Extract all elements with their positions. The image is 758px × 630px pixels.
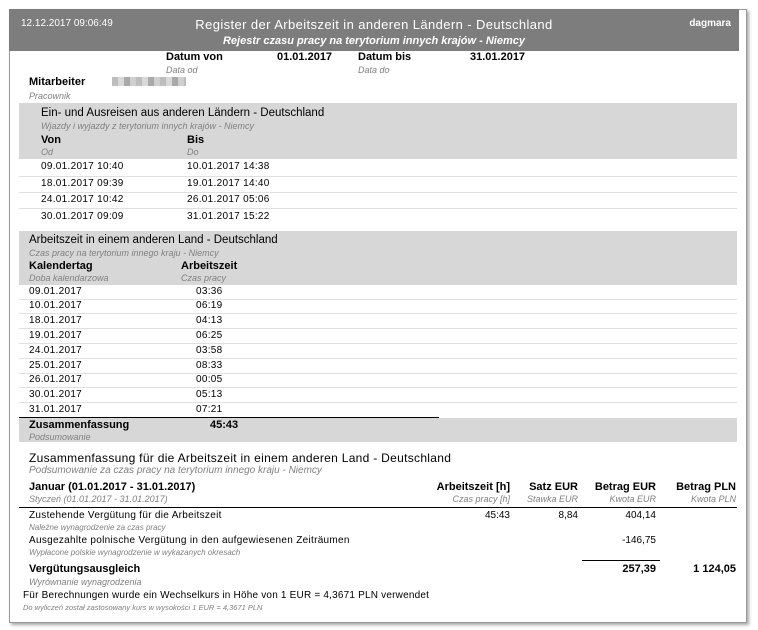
- trip-to: 31.01.2017 15:22: [187, 211, 270, 222]
- summary-title-pl: Podsumowanie za czas pracy na terytorium…: [29, 465, 322, 476]
- trip-from: 30.01.2017 09:09: [41, 211, 124, 222]
- col-pln-pl: Kwota PLN: [690, 494, 736, 504]
- worktime-col-time-pl: Czas pracy: [181, 273, 227, 283]
- summary-header-rule: [19, 507, 737, 508]
- summary-period: Januar (01.01.2017 - 31.01.2017): [29, 481, 196, 493]
- trip-to: 10.01.2017 14:38: [187, 161, 270, 172]
- worktime-sum-label-pl: Podsumowanie: [29, 432, 91, 442]
- employee-label: Mitarbeiter: [29, 76, 86, 88]
- trips-col-from-pl: Od: [41, 147, 54, 157]
- worktime-hours: 05:13: [196, 389, 223, 400]
- row-divider: [19, 299, 737, 300]
- worktime-hours: 00:05: [196, 374, 223, 385]
- date-to-value: 31.01.2017: [470, 51, 526, 63]
- col-hours-pl: Czas pracy [h]: [452, 494, 510, 504]
- date-from-label-pl: Data od: [166, 65, 198, 75]
- worktime-sum-value: 45:43: [210, 419, 239, 431]
- worktime-title-pl: Czas pracy na terytorium innego kraju - …: [29, 248, 219, 258]
- row-divider: [19, 402, 737, 403]
- total-rule: [582, 560, 660, 561]
- worktime-day: 09.01.2017: [29, 286, 83, 297]
- worktime-hours: 06:25: [196, 330, 223, 341]
- worktime-day: 26.01.2017: [29, 374, 83, 385]
- worktime-hours: 08:33: [196, 360, 223, 371]
- summary-title: Zusammenfassung für die Arbeitszeit in e…: [29, 451, 452, 465]
- row2-label-pl: Wypłacone polskie wynagrodzenie w wykaza…: [29, 548, 241, 557]
- row1-label-pl: Należne wynagrodzenie za czas pracy: [29, 523, 166, 532]
- trip-from: 09.01.2017 10:40: [41, 161, 124, 172]
- row-divider: [19, 192, 737, 193]
- worktime-day: 24.01.2017: [29, 345, 83, 356]
- report-title-pl: Rejestr czasu pracy na terytorium innych…: [222, 35, 525, 47]
- trips-title: Ein- und Ausreisen aus anderen Ländern -…: [41, 107, 325, 119]
- worktime-day: 31.01.2017: [29, 404, 83, 415]
- row1-eur: 404,14: [625, 510, 656, 521]
- trips-col-to-pl: Do: [187, 147, 199, 157]
- worktime-day: 18.01.2017: [29, 315, 83, 326]
- exchange-note: Für Berechnungen wurde ein Wechselkurs i…: [23, 590, 430, 601]
- worktime-col-day-pl: Doba kalendarzowa: [29, 273, 109, 283]
- row-divider: [19, 176, 737, 177]
- col-eur: Betrag EUR: [594, 481, 656, 493]
- trips-title-pl: Wjazdy i wyjazdy z terytorium innych kra…: [41, 121, 255, 131]
- report-title: Register der Arbeitszeit in anderen Länd…: [195, 17, 553, 32]
- row-divider: [19, 358, 737, 359]
- trips-col-to: Bis: [187, 134, 205, 146]
- worktime-hours: 04:13: [196, 315, 223, 326]
- row1-rate: 8,84: [558, 510, 578, 521]
- user-name: dagmara: [689, 18, 731, 29]
- worktime-day: 30.01.2017: [29, 389, 83, 400]
- col-rate: Satz EUR: [529, 481, 578, 493]
- col-hours: Arbeitszeit [h]: [436, 481, 510, 493]
- trip-from: 24.01.2017 10:42: [41, 194, 124, 205]
- worktime-sum-label: Zusammenfassung: [29, 419, 130, 431]
- row-divider: [19, 328, 737, 329]
- date-to-label-pl: Data do: [358, 65, 390, 75]
- date-from-value: 01.01.2017: [277, 51, 333, 63]
- row2-label: Ausgezahlte polnische Vergütung in den a…: [29, 535, 350, 546]
- trip-from: 18.01.2017 09:39: [41, 178, 124, 189]
- exchange-note-pl: Do wyliczeń został zastosowany kurs w wy…: [23, 603, 263, 612]
- total-label-pl: Wyrównanie wynagrodzenia: [29, 577, 142, 587]
- trip-to: 26.01.2017 05:06: [187, 194, 270, 205]
- employee-label-pl: Pracownik: [29, 91, 71, 101]
- date-from-label: Datum von: [166, 51, 223, 63]
- row-divider: [19, 343, 737, 344]
- total-pln: 1 124,05: [693, 563, 736, 575]
- col-eur-pl: Kwota EUR: [609, 494, 656, 504]
- worktime-day: 10.01.2017: [29, 300, 83, 311]
- worktime-day: 25.01.2017: [29, 360, 83, 371]
- report-header: 12.12.2017 09:06:49 Register der Arbeits…: [9, 9, 739, 51]
- employee-name-redacted: [112, 77, 186, 86]
- trip-to: 19.01.2017 14:40: [187, 178, 270, 189]
- total-eur: 257,39: [622, 563, 656, 575]
- worktime-hours: 03:36: [196, 286, 223, 297]
- worktime-title: Arbeitszeit in einem anderen Land - Deut…: [29, 234, 278, 246]
- worktime-col-time: Arbeitszeit: [181, 260, 238, 272]
- col-rate-pl: Stawka EUR: [526, 494, 578, 504]
- worktime-hours: 06:19: [196, 300, 223, 311]
- worktime-hours: 07:21: [196, 404, 223, 415]
- worktime-day: 19.01.2017: [29, 330, 83, 341]
- summary-period-pl: Styczeń (01.01.2017 - 31.01.2017): [29, 494, 168, 504]
- row1-hours: 45:43: [484, 510, 510, 521]
- col-pln: Betrag PLN: [676, 481, 736, 493]
- total-label: Vergütungsausgleich: [29, 563, 141, 575]
- date-to-label: Datum bis: [358, 51, 412, 63]
- worktime-hours: 03:58: [196, 345, 223, 356]
- row-divider: [19, 208, 737, 209]
- row-divider: [19, 387, 737, 388]
- row-divider: [19, 373, 737, 374]
- trips-col-from: Von: [41, 134, 61, 146]
- worktime-col-day: Kalendertag: [29, 260, 93, 272]
- row1-label: Zustehende Vergütung für die Arbeitszeit: [29, 510, 222, 521]
- row2-eur: -146,75: [622, 535, 656, 546]
- row-divider: [19, 313, 737, 314]
